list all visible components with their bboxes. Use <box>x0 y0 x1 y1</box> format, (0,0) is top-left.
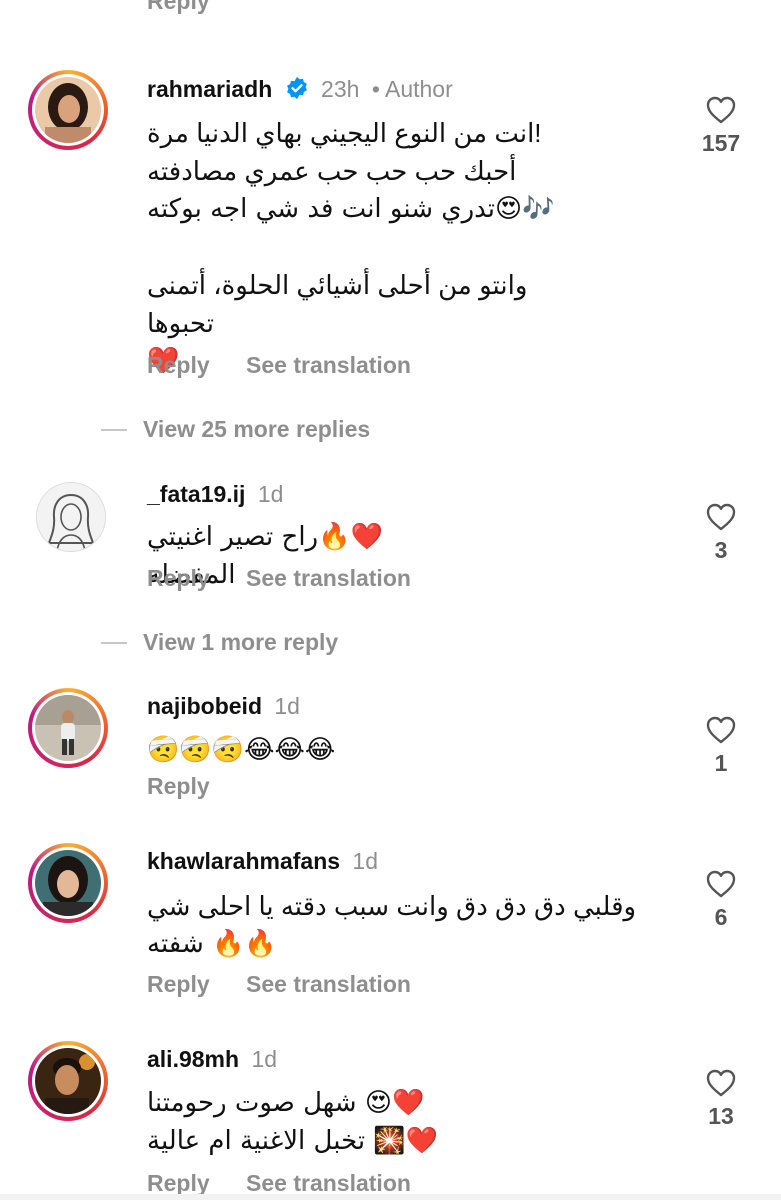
timestamp: 23h <box>321 76 360 102</box>
like-button[interactable]: 3 <box>692 503 750 564</box>
heart-icon <box>706 96 736 124</box>
heart-icon <box>706 870 736 898</box>
see-translation-button[interactable]: See translation <box>246 352 411 378</box>
avatar <box>35 850 101 916</box>
reply-button[interactable]: Reply <box>147 352 210 378</box>
avatar <box>35 77 101 143</box>
like-count: 13 <box>708 1103 734 1129</box>
view-more-replies-button[interactable]: View 25 more replies <box>101 416 370 443</box>
comment-text: ❤️😍 شهل صوت رحومتنا ❤️🎇 تخبل الاغنية ام … <box>147 1088 439 1156</box>
bottom-divider <box>0 1194 781 1200</box>
divider-line <box>101 428 127 431</box>
see-translation-button[interactable]: See translation <box>246 565 411 591</box>
divider-line <box>101 641 127 644</box>
like-count: 1 <box>714 750 728 776</box>
username[interactable]: rahmariadh <box>147 76 272 102</box>
like-count: 157 <box>701 130 741 156</box>
reply-button[interactable]: Reply <box>147 565 210 591</box>
previous-reply-link[interactable]: Reply <box>147 0 210 15</box>
avatar-story-ring[interactable] <box>28 688 108 768</box>
like-count: 3 <box>714 537 728 563</box>
heart-icon <box>706 1069 736 1097</box>
like-button[interactable]: 6 <box>692 870 750 931</box>
reply-button[interactable]: Reply <box>147 773 210 799</box>
timestamp: 1d <box>251 1046 278 1072</box>
heart-icon <box>706 503 736 531</box>
like-button[interactable]: 1 <box>692 716 750 777</box>
username[interactable]: khawlarahmafans <box>147 848 340 874</box>
comment-text: !انت من النوع اليجيني بهاي الدنيا مرة أح… <box>147 118 555 376</box>
timestamp: 1d <box>257 481 284 507</box>
avatar[interactable] <box>36 482 106 552</box>
reply-button[interactable]: Reply <box>147 1170 210 1196</box>
like-button[interactable]: 13 <box>692 1069 750 1130</box>
timestamp: 1d <box>274 693 300 719</box>
avatar-story-ring[interactable] <box>28 70 108 150</box>
like-button[interactable]: 157 <box>692 96 750 157</box>
heart-icon <box>706 716 736 744</box>
comment-text: 🤕🤕🤕😂😂😂 <box>147 735 336 765</box>
avatar <box>35 695 101 761</box>
avatar <box>35 1048 101 1114</box>
see-translation-button[interactable]: See translation <box>246 971 411 997</box>
username[interactable]: _fata19.ij <box>147 481 245 507</box>
avatar-story-ring[interactable] <box>28 843 108 923</box>
author-label: • Author <box>371 76 453 102</box>
reply-button[interactable]: Reply <box>147 971 210 997</box>
like-count: 6 <box>714 904 728 930</box>
see-translation-button[interactable]: See translation <box>246 1170 411 1196</box>
verified-badge-icon <box>285 76 309 106</box>
username[interactable]: ali.98mh <box>147 1046 239 1072</box>
avatar-story-ring[interactable] <box>28 1041 108 1121</box>
timestamp: 1d <box>352 848 379 874</box>
view-more-replies-button[interactable]: View 1 more reply <box>101 629 338 656</box>
username[interactable]: najibobeid <box>147 693 262 719</box>
comment-text: وقلبي دق دق دق وانت سبب دقته يا احلى شي … <box>147 891 637 959</box>
